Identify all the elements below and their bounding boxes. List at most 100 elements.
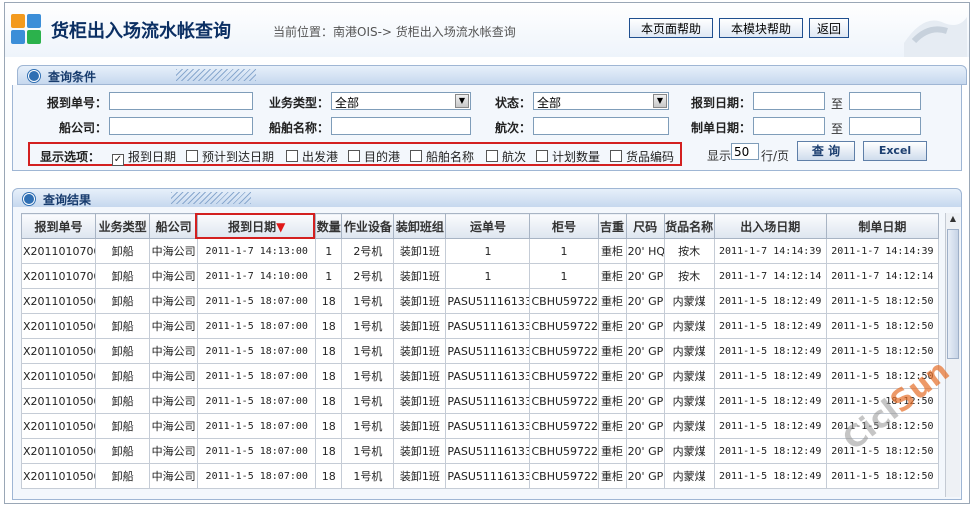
table-cell: 18 <box>315 388 343 414</box>
option-voyage[interactable]: 航次 <box>486 148 526 165</box>
option-eta[interactable]: 预计到达日期 <box>186 148 274 165</box>
table-cell: 中海公司 <box>149 363 199 389</box>
column-header[interactable]: 装卸班组 <box>393 213 447 239</box>
make-date-from-input[interactable] <box>753 117 825 135</box>
table-cell: 2011-1-5 18:12:49 <box>713 438 827 464</box>
option-report-date[interactable]: ✓ 报到日期 <box>112 148 176 166</box>
query-button[interactable]: 查 询 <box>797 141 855 161</box>
column-header[interactable]: 货品名称 <box>663 213 715 239</box>
table-cell: 装卸1班 <box>393 413 447 439</box>
column-header[interactable]: 业务类型 <box>95 213 151 239</box>
column-header[interactable]: 船公司 <box>149 213 199 239</box>
checkbox-icon[interactable] <box>536 150 548 162</box>
table-cell: 18 <box>315 463 343 489</box>
biz-type-select[interactable]: 全部 ▼ <box>331 92 471 110</box>
option-departure-port[interactable]: 出发港 <box>286 148 338 165</box>
panel-dot-icon <box>23 193 35 205</box>
table-cell: 20' GP <box>625 363 665 389</box>
table-cell: 按木 <box>663 263 715 289</box>
table-cell: 1号机 <box>341 388 395 414</box>
page-help-button[interactable]: 本页面帮助 <box>629 18 713 38</box>
make-date-to-input[interactable] <box>849 117 921 135</box>
vessel-name-input[interactable] <box>331 117 471 135</box>
table-cell: 2011-1-5 18:07:00 <box>197 313 317 339</box>
shipping-co-input[interactable] <box>109 117 253 135</box>
table-row[interactable]: X20110105002卸船中海公司2011-1-5 18:07:00181号机… <box>20 438 940 464</box>
display-options-label: 显示选项： <box>40 150 101 164</box>
report-no-input[interactable] <box>109 92 253 110</box>
column-header[interactable]: 数量 <box>315 213 343 239</box>
option-destination-port[interactable]: 目的港 <box>348 148 400 165</box>
option-planned-qty[interactable]: 计划数量 <box>536 148 600 165</box>
table-cell: CBHU5972213 <box>529 363 599 389</box>
table-cell: PASU5111613353 <box>445 413 531 439</box>
table-cell: 装卸1班 <box>393 263 447 289</box>
column-header[interactable]: 尺码 <box>625 213 665 239</box>
column-header[interactable]: 出入场日期 <box>713 213 827 239</box>
table-row[interactable]: X20110105002卸船中海公司2011-1-5 18:07:00181号机… <box>20 363 940 389</box>
table-cell: 2011-1-5 18:12:49 <box>713 388 827 414</box>
table-row[interactable]: X20110105002卸船中海公司2011-1-5 18:07:00181号机… <box>20 288 940 314</box>
column-header[interactable]: 报到单号 <box>20 213 97 239</box>
table-cell: 18 <box>315 363 343 389</box>
column-header[interactable]: 作业设备 <box>341 213 395 239</box>
table-cell: 卸船 <box>95 463 151 489</box>
table-cell: 20' GP <box>625 338 665 364</box>
checkbox-icon[interactable] <box>186 150 198 162</box>
table-cell: 1号机 <box>341 363 395 389</box>
checkbox-icon[interactable] <box>410 150 422 162</box>
module-help-button[interactable]: 本模块帮助 <box>719 18 803 38</box>
report-date-to-input[interactable] <box>849 92 921 110</box>
breadcrumb: 当前位置：南港OIS-> 货柜出入场流水帐查询 <box>273 25 516 39</box>
table-cell: 重柜 <box>597 288 627 314</box>
table-cell: 1号机 <box>341 413 395 439</box>
dropdown-arrow-icon[interactable]: ▼ <box>653 94 667 108</box>
page-size-input[interactable] <box>731 143 759 160</box>
table-cell: 2011-1-5 18:07:00 <box>197 413 317 439</box>
header-row: 报到单号 业务类型 船公司 报到日期▼ 数量 作业设备 装卸班组 运单号 柜号 吉重 尺码 货品名称出… <box>20 213 940 239</box>
checkbox-icon[interactable] <box>486 150 498 162</box>
table-row[interactable]: X20110107004卸船中海公司2011-1-7 14:13:0012号机装… <box>20 238 940 264</box>
table-cell: X20110105002 <box>20 388 97 414</box>
column-header[interactable]: 制单日期 <box>825 213 940 239</box>
table-cell: CBHU5972203 <box>529 438 599 464</box>
option-vessel-name[interactable]: 船舶名称 <box>410 148 474 165</box>
table-row[interactable]: X20110105002卸船中海公司2011-1-5 18:07:00181号机… <box>20 388 940 414</box>
excel-export-button[interactable]: Excel <box>863 141 927 161</box>
checkbox-icon[interactable] <box>286 150 298 162</box>
table-cell: PASU5111613353 <box>445 438 531 464</box>
table-cell: 2011-1-5 18:12:49 <box>713 338 827 364</box>
table-cell: 内蒙煤 <box>663 313 715 339</box>
table-cell: X20110105002 <box>20 313 97 339</box>
table-cell: 重柜 <box>597 263 627 289</box>
table-cell: 装卸1班 <box>393 288 447 314</box>
back-button[interactable]: 返回 <box>809 18 849 38</box>
report-date-from-input[interactable] <box>753 92 825 110</box>
dropdown-arrow-icon[interactable]: ▼ <box>455 94 469 108</box>
checkbox-checked-icon[interactable]: ✓ <box>112 154 124 166</box>
voyage-input[interactable] <box>533 117 669 135</box>
column-header[interactable]: 运单号 <box>445 213 531 239</box>
status-select[interactable]: 全部 ▼ <box>533 92 669 110</box>
table-cell: 2011-1-5 18:12:50 <box>825 313 940 339</box>
option-goods-code[interactable]: 货品编码 <box>610 148 674 165</box>
scroll-up-icon[interactable]: ▲ <box>947 214 959 227</box>
table-cell: 内蒙煤 <box>663 388 715 414</box>
table-cell: 卸船 <box>95 338 151 364</box>
vertical-scrollbar[interactable]: ▲ <box>945 213 960 497</box>
option-label: 船舶名称 <box>426 150 475 164</box>
column-header[interactable]: 吉重 <box>597 213 627 239</box>
scroll-thumb[interactable] <box>947 229 959 359</box>
table-row[interactable]: X20110105002卸船中海公司2011-1-5 18:07:00181号机… <box>20 313 940 339</box>
checkbox-icon[interactable] <box>610 150 622 162</box>
table-row[interactable]: X20110105002卸船中海公司2011-1-5 18:07:00181号机… <box>20 413 940 439</box>
table-cell: 1号机 <box>341 313 395 339</box>
checkbox-icon[interactable] <box>348 150 360 162</box>
table-row[interactable]: X20110105002卸船中海公司2011-1-5 18:07:00181号机… <box>20 338 940 364</box>
table-row[interactable]: X20110107003卸船中海公司2011-1-7 14:10:0012号机装… <box>20 263 940 289</box>
table-row[interactable]: X20110105002卸船中海公司2011-1-5 18:07:00181号机… <box>20 463 940 489</box>
column-header[interactable]: 柜号 <box>529 213 599 239</box>
table-cell: 中海公司 <box>149 288 199 314</box>
table-cell: 2011-1-5 18:12:50 <box>825 463 940 489</box>
table-cell: 2011-1-5 18:12:49 <box>713 288 827 314</box>
